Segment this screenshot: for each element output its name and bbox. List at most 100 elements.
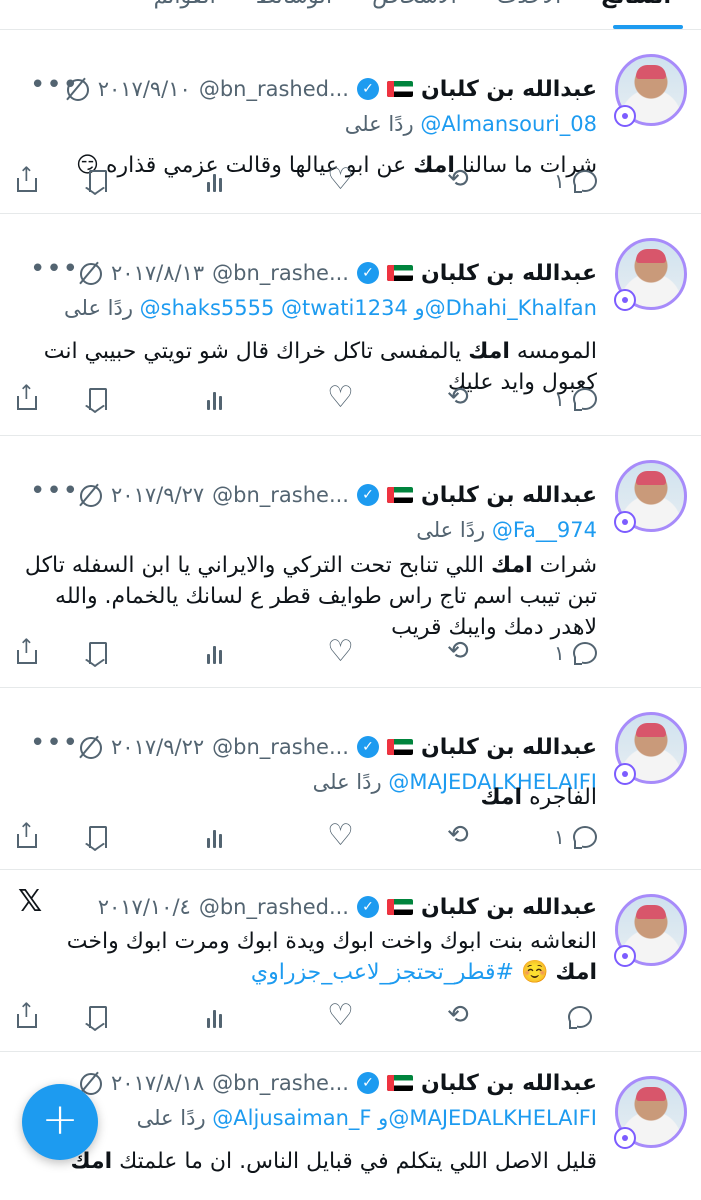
tweet[interactable]: عبدالله بن كلبان ✓ @bn_rashe... ٢٠١٧/٨/١… [0,1052,701,1200]
tweet-date[interactable]: ٢٠١٧/٨/١٨ [111,1071,204,1095]
action-bar: ١ [14,818,604,854]
avatar[interactable] [614,894,687,967]
reply-mention[interactable]: @Fa__974 [492,518,597,542]
share-button[interactable] [14,162,40,198]
hashtag[interactable]: #قطر_تحتجز_لاعب_جزراوي [251,960,514,985]
tweet[interactable]: عبدالله بن كلبان ✓ @bn_rashe... ٢٠١٧/٩/٢… [0,436,701,688]
avatar[interactable] [614,460,687,533]
tweet-date[interactable]: ٢٠١٧/٩/٢٧ [111,483,204,507]
tweet-header: عبدالله بن كلبان ✓ @bn_rashed... ٢٠١٧/٩/… [64,74,597,104]
verified-icon: ✓ [356,736,379,758]
retweet-icon [446,1000,472,1030]
share-button[interactable] [14,380,40,416]
bookmark-button[interactable] [84,636,110,670]
views-button[interactable] [204,1000,230,1034]
views-button[interactable] [204,820,230,854]
views-button[interactable] [204,636,230,670]
like-button[interactable] [326,162,354,198]
author-name[interactable]: عبدالله بن كلبان [421,483,597,508]
more-icon[interactable]: ••• [30,728,79,758]
author-handle[interactable]: @bn_rashed... [199,77,349,101]
reply-button[interactable] [566,1000,592,1034]
reply-button[interactable]: ١ [554,164,597,198]
like-button[interactable] [326,634,354,670]
avatar[interactable] [614,238,687,311]
heart-icon [326,818,354,853]
reply-mention[interactable]: @Aljusaiman_F و@MAJEDALKHELAIFI [212,1106,597,1130]
more-icon[interactable]: ••• [30,70,79,100]
reply-count: ١ [554,641,565,665]
avatar[interactable] [614,712,687,785]
text-part: ☺️ [513,960,556,985]
like-button[interactable] [326,818,354,854]
more-icon[interactable]: ••• [30,476,79,506]
author-name[interactable]: عبدالله بن كلبان [421,895,597,920]
tweet[interactable]: عبدالله بن كلبان ✓ @bn_rashe... ٢٠١٧/٨/١… [0,214,701,436]
grok-icon[interactable] [77,260,103,286]
compose-button[interactable]: + [22,1084,98,1160]
text-bold: امك [555,960,597,985]
retweet-button[interactable] [446,820,472,854]
views-button[interactable] [204,382,230,416]
heart-icon [326,634,354,669]
share-button[interactable] [14,998,40,1034]
x-logo-icon[interactable]: 𝕏 [18,884,42,919]
grok-icon[interactable] [77,734,103,760]
tweet-header: عبدالله بن كلبان ✓ @bn_rashed... ٢٠١٧/١٠… [98,892,597,922]
reply-button[interactable]: ١ [554,636,597,670]
author-name[interactable]: عبدالله بن كلبان [421,735,597,760]
tab-media[interactable]: الوسائط [256,0,332,9]
author-handle[interactable]: @bn_rashe... [212,735,349,759]
author-handle[interactable]: @bn_rashe... [212,1071,349,1095]
tab-top[interactable]: الشائع [601,0,671,9]
tweet[interactable]: عبدالله بن كلبان ✓ @bn_rashed... ٢٠١٧/١٠… [0,870,701,1052]
reply-context: ردًا على @Aljusaiman_F و@MAJEDALKHELAIFI [137,1106,597,1130]
retweet-button[interactable] [446,636,472,670]
share-button[interactable] [14,818,40,854]
tab-people[interactable]: الأشخاص [372,0,457,9]
views-button[interactable] [204,164,230,198]
retweet-button[interactable] [446,1000,472,1034]
reply-icon [571,168,597,194]
tweet-date[interactable]: ٢٠١٧/٩/٢٢ [111,735,204,759]
author-name[interactable]: عبدالله بن كلبان [421,77,597,102]
tweet-date[interactable]: ٢٠١٧/٨/١٣ [111,261,204,285]
reply-mention[interactable]: @shaks5555 @twati1234 و@Dhahi_Khalfan [140,296,597,320]
author-handle[interactable]: @bn_rashe... [212,483,349,507]
bookmark-button[interactable] [84,820,110,854]
top-tab-bar: الشائع الأحدث الأشخاص الوسائط القوائم [0,0,701,30]
like-button[interactable] [326,998,354,1034]
share-button[interactable] [14,634,40,670]
tweet-date[interactable]: ٢٠١٧/١٠/٤ [98,895,191,919]
author-handle[interactable]: @bn_rashe... [212,261,349,285]
reply-button[interactable]: ١ [554,382,597,416]
tweet-text: النعاشه بنت ابوك واخت ابوك ويدة ابوك ومر… [20,926,597,988]
tweet[interactable]: عبدالله بن كلبان ✓ @bn_rashed... ٢٠١٧/٩/… [0,30,701,214]
share-icon [14,634,40,666]
like-button[interactable] [326,380,354,416]
author-name[interactable]: عبدالله بن كلبان [421,261,597,286]
author-name[interactable]: عبدالله بن كلبان [421,1071,597,1096]
tweet-date[interactable]: ٢٠١٧/٩/١٠ [98,77,191,101]
bookmark-button[interactable] [84,1000,110,1034]
bookmark-button[interactable] [84,382,110,416]
author-handle[interactable]: @bn_rashed... [199,895,349,919]
retweet-icon [446,164,472,194]
tweet[interactable]: عبدالله بن كلبان ✓ @bn_rashe... ٢٠١٧/٩/٢… [0,688,701,870]
avatar[interactable] [614,54,687,127]
subscription-badge-icon [614,511,636,533]
tweet-text: شرات امك اللي تنابح تحت التركي والايراني… [20,550,597,643]
reply-count: ١ [554,387,565,411]
reply-prefix: ردًا على [63,296,133,320]
tab-latest[interactable]: الأحدث [497,0,562,9]
retweet-button[interactable] [446,382,472,416]
tab-lists[interactable]: القوائم [154,0,216,9]
more-icon[interactable]: ••• [30,254,79,284]
action-bar: ١ [14,162,604,198]
retweet-button[interactable] [446,164,472,198]
bookmark-button[interactable] [84,164,110,198]
reply-button[interactable]: ١ [554,820,597,854]
reply-mention[interactable]: @Almansouri_08 [420,112,597,136]
grok-icon[interactable] [77,482,103,508]
avatar[interactable] [614,1076,687,1149]
